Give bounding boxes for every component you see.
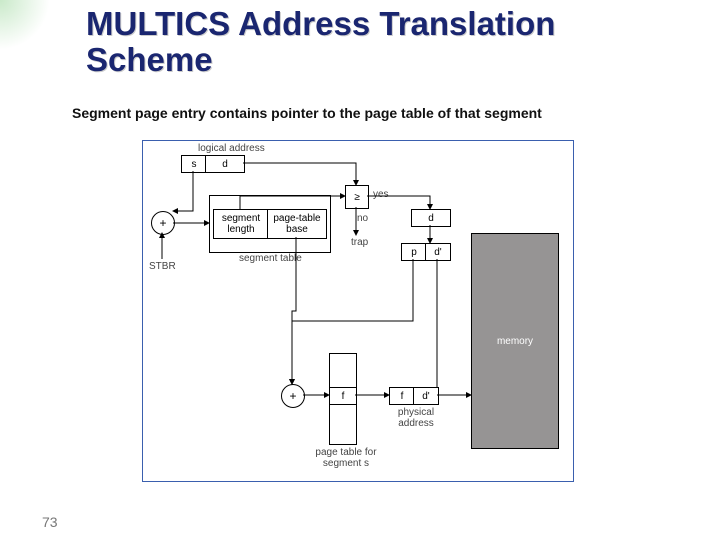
memory-block: memory: [471, 233, 559, 449]
compare-node: ≥: [345, 185, 369, 209]
field-d-right: d: [411, 209, 451, 227]
segment-table-outline: [209, 195, 331, 253]
address-translation-diagram: logical address s d ≥ yes no trap d segm…: [142, 140, 574, 482]
field-s: s: [181, 155, 207, 173]
page-number: 73: [42, 514, 58, 530]
title-line2: Scheme: [86, 41, 213, 78]
physical-address-label: physical address: [393, 407, 439, 429]
segment-table-label: segment table: [239, 253, 302, 264]
trap-label: trap: [351, 237, 368, 248]
page-table-label: page table for segment s: [311, 447, 381, 469]
yes-label: yes: [373, 189, 389, 200]
logical-address-label: logical address: [198, 143, 265, 154]
field-d: d: [205, 155, 245, 173]
slide-title: MULTICS Address Translation Scheme: [86, 6, 555, 77]
no-label: no: [357, 213, 368, 224]
stbr-label: STBR: [149, 261, 176, 272]
adder-top: +: [151, 211, 175, 235]
field-p: p: [401, 243, 427, 261]
title-line1: MULTICS Address Translation: [86, 5, 555, 42]
slide-corner-accent: [0, 0, 50, 50]
field-dprime-right: d': [413, 387, 439, 405]
field-dprime: d': [425, 243, 451, 261]
field-f-left: f: [329, 387, 357, 405]
adder-bottom: +: [281, 384, 305, 408]
field-f-right: f: [389, 387, 415, 405]
slide-subtitle: Segment page entry contains pointer to t…: [72, 105, 542, 121]
